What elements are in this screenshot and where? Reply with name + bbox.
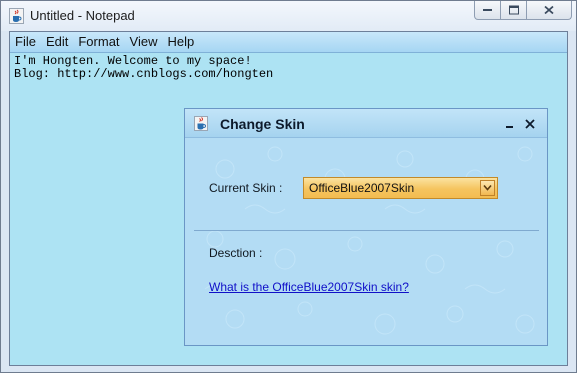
menu-help[interactable]: Help	[162, 32, 199, 52]
dialog-close-icon[interactable]	[524, 118, 536, 130]
close-button[interactable]	[527, 1, 572, 20]
menu-bar: File Edit Format View Help	[10, 32, 567, 53]
java-cup-icon	[194, 116, 208, 131]
window-title: Untitled - Notepad	[30, 8, 135, 23]
skin-select[interactable]: OfficeBlue2007Skin	[303, 177, 498, 199]
change-skin-dialog: Change Skin Current Skin : OfficeBlue200…	[184, 108, 548, 346]
separator	[194, 230, 539, 231]
description-label: Desction :	[209, 246, 263, 260]
skin-select-dropdown-button[interactable]	[480, 180, 495, 196]
current-skin-label: Current Skin :	[209, 181, 283, 195]
dialog-minimize-icon[interactable]	[504, 118, 516, 130]
chevron-down-icon	[483, 184, 492, 191]
dialog-title-bar[interactable]: Change Skin	[185, 109, 547, 138]
window-controls	[474, 1, 572, 21]
minimize-button[interactable]	[474, 1, 501, 20]
text-editor[interactable]: I'm Hongten. Welcome to my space! Blog: h…	[14, 55, 273, 81]
dialog-background-pattern	[204, 146, 535, 335]
dialog-title: Change Skin	[220, 116, 305, 132]
maximize-button[interactable]	[501, 1, 527, 20]
minimize-icon	[482, 9, 492, 11]
close-icon	[544, 5, 554, 15]
menu-format[interactable]: Format	[73, 32, 124, 52]
maximize-icon	[508, 5, 519, 15]
menu-file[interactable]: File	[10, 32, 41, 52]
menu-edit[interactable]: Edit	[41, 32, 73, 52]
title-bar[interactable]: Untitled - Notepad	[1, 1, 576, 31]
skin-select-value: OfficeBlue2007Skin	[309, 181, 415, 195]
menu-view[interactable]: View	[125, 32, 163, 52]
java-cup-icon	[9, 8, 24, 24]
editor-line: Blog: http://www.cnblogs.com/hongten	[14, 67, 274, 81]
skin-info-link[interactable]: What is the OfficeBlue2007Skin skin?	[209, 280, 409, 294]
